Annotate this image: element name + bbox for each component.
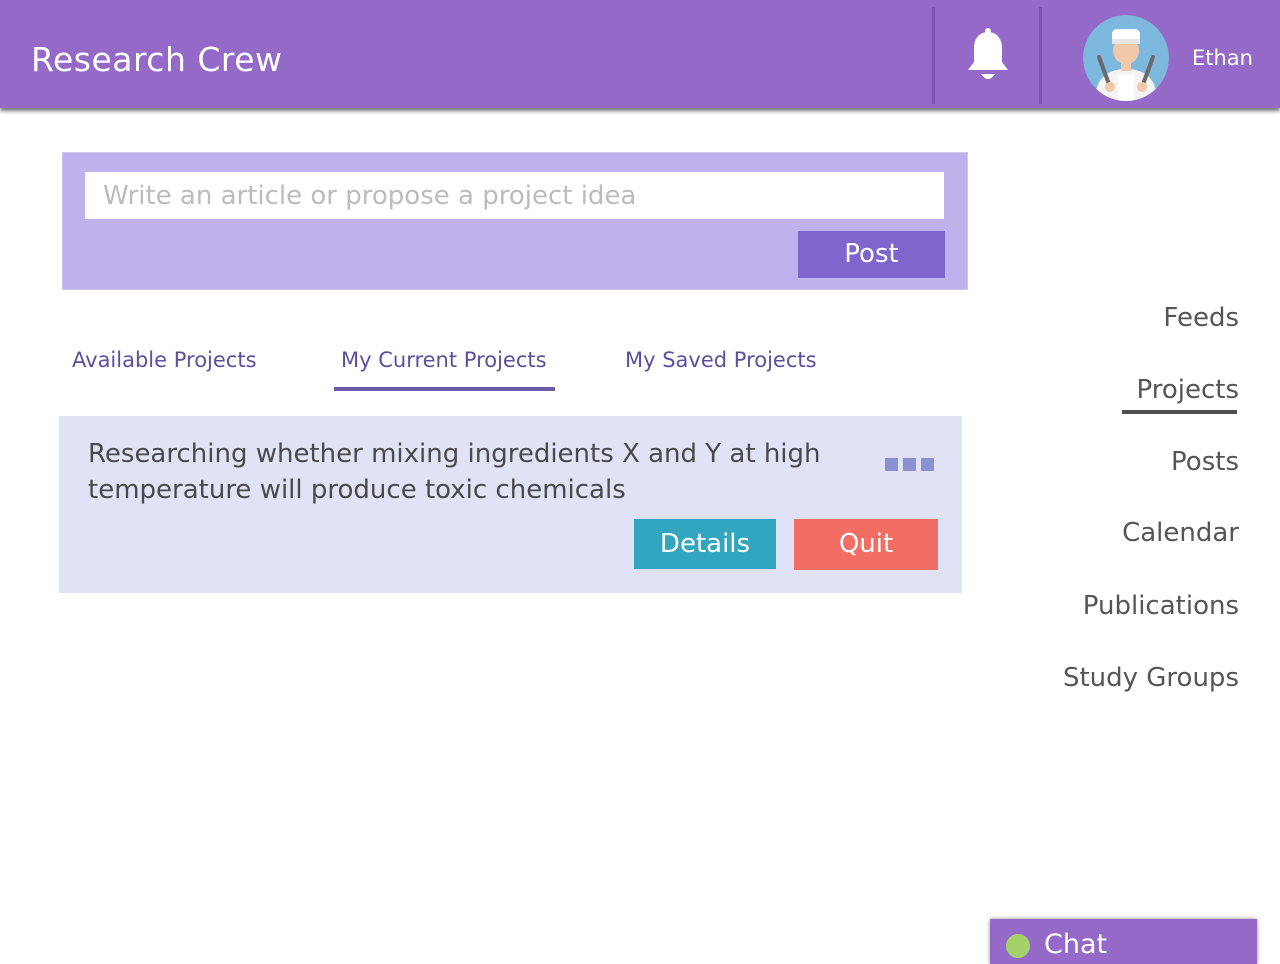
tab-available-projects[interactable]: Available Projects xyxy=(72,348,257,372)
online-status-icon xyxy=(1006,934,1030,958)
post-composer: Post xyxy=(62,152,968,290)
dot xyxy=(885,458,898,471)
more-options-icon[interactable] xyxy=(885,456,937,472)
tab-my-saved-projects[interactable]: My Saved Projects xyxy=(625,348,817,372)
header-divider xyxy=(1039,7,1042,104)
project-card: Researching whether mixing ingredients X… xyxy=(59,416,962,593)
nav-item-feeds[interactable]: Feeds xyxy=(1163,303,1239,333)
user-name[interactable]: Ethan xyxy=(1192,46,1253,70)
dot xyxy=(903,458,916,471)
details-button[interactable]: Details xyxy=(634,519,776,569)
dot xyxy=(921,458,934,471)
app-title[interactable]: Research Crew xyxy=(31,40,283,79)
chat-button[interactable]: Chat xyxy=(990,919,1257,964)
nav-item-posts[interactable]: Posts xyxy=(1171,447,1239,477)
nav-item-publications[interactable]: Publications xyxy=(1083,591,1239,621)
active-tab-indicator xyxy=(334,387,555,391)
composer-input[interactable] xyxy=(85,172,944,219)
tab-my-current-projects[interactable]: My Current Projects xyxy=(341,348,547,372)
bell-icon[interactable] xyxy=(964,28,1012,86)
nav-item-study-groups[interactable]: Study Groups xyxy=(1063,663,1239,693)
chat-label: Chat xyxy=(1044,929,1108,960)
nav-item-calendar[interactable]: Calendar xyxy=(1122,518,1239,548)
post-button[interactable]: Post xyxy=(798,231,945,278)
project-title: Researching whether mixing ingredients X… xyxy=(88,439,821,505)
nav-item-projects[interactable]: Projects xyxy=(1136,375,1239,405)
header-divider xyxy=(932,7,935,104)
quit-button[interactable]: Quit xyxy=(794,519,938,570)
top-header: Research Crew Ethan xyxy=(0,0,1280,108)
avatar[interactable] xyxy=(1083,15,1169,101)
active-nav-indicator xyxy=(1122,410,1237,414)
